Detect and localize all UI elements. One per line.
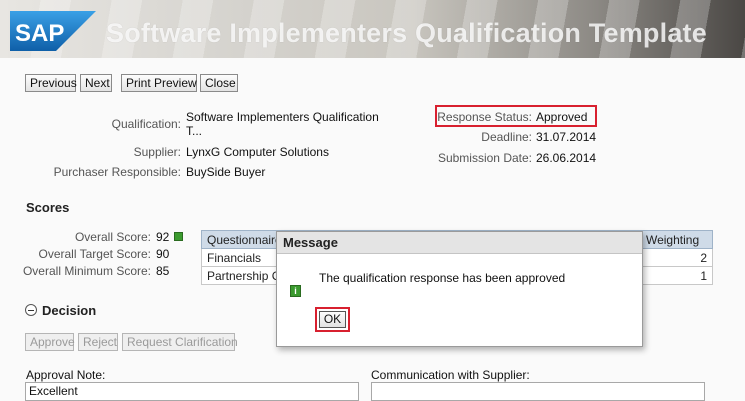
purchaser-value: BuySide Buyer (186, 165, 266, 179)
info-icon: i (290, 285, 301, 297)
submission-date-value: 26.06.2014 (536, 151, 597, 165)
deadline-label: Deadline: (481, 130, 532, 144)
sap-logo: SAP (10, 11, 96, 51)
deadline-value: 31.07.2014 (536, 130, 597, 144)
target-score-label: Overall Target Score: (38, 247, 152, 261)
submission-date-label: Submission Date: (437, 151, 532, 165)
next-button[interactable]: Next (80, 74, 112, 92)
dialog-title: Message (277, 232, 642, 254)
reject-button[interactable]: Reject (78, 333, 118, 351)
response-status-value: Approved (536, 110, 588, 124)
weighting-column-header[interactable]: Weighting (639, 230, 714, 249)
communication-label: Communication with Supplier: (371, 368, 530, 382)
weighting-value: 1 (639, 266, 714, 285)
ok-button[interactable]: OK (319, 311, 346, 328)
qualification-value: Software Implementers Qualification (186, 110, 379, 124)
minimum-score-label: Overall Minimum Score: (22, 264, 151, 278)
scores-heading: Scores (26, 200, 70, 215)
approval-note-label: Approval Note: (26, 368, 106, 382)
qualification-label: Qualification: (111, 117, 181, 131)
supplier-label: Supplier: (133, 145, 181, 159)
print-preview-button[interactable]: Print Preview (121, 74, 197, 92)
approval-note-field[interactable]: Excellent (25, 382, 359, 401)
request-clarification-button[interactable]: Request Clarification (122, 333, 238, 351)
target-score-value: 90 (156, 247, 170, 261)
decision-heading: Decision (42, 303, 97, 318)
collapse-icon[interactable] (25, 304, 37, 316)
score-status-icon (174, 232, 183, 241)
overall-score-value: 92 (156, 230, 170, 244)
sap-logo-text: SAP (15, 20, 64, 47)
overall-score-label: Overall Score: (74, 230, 151, 244)
message-dialog: Message i The qualification response has… (276, 231, 643, 347)
communication-field[interactable] (371, 382, 705, 401)
weighting-value: 2 (639, 248, 714, 267)
minimum-score-value: 85 (156, 264, 170, 278)
qualification-value-cont: T... (186, 124, 203, 138)
previous-button[interactable]: Previous (25, 74, 77, 92)
page-title: Software Implementers Qualification Temp… (106, 18, 707, 48)
header-banner: SAP Software Implementers Qualification … (0, 0, 745, 58)
supplier-value: LynxG Computer Solutions (186, 145, 329, 159)
purchaser-label: Purchaser Responsible: (53, 165, 181, 179)
close-button[interactable]: Close (200, 74, 238, 92)
dialog-message: The qualification response has been appr… (319, 271, 566, 285)
response-status-label: Response Status: (437, 110, 532, 124)
approve-button[interactable]: Approve (25, 333, 75, 351)
